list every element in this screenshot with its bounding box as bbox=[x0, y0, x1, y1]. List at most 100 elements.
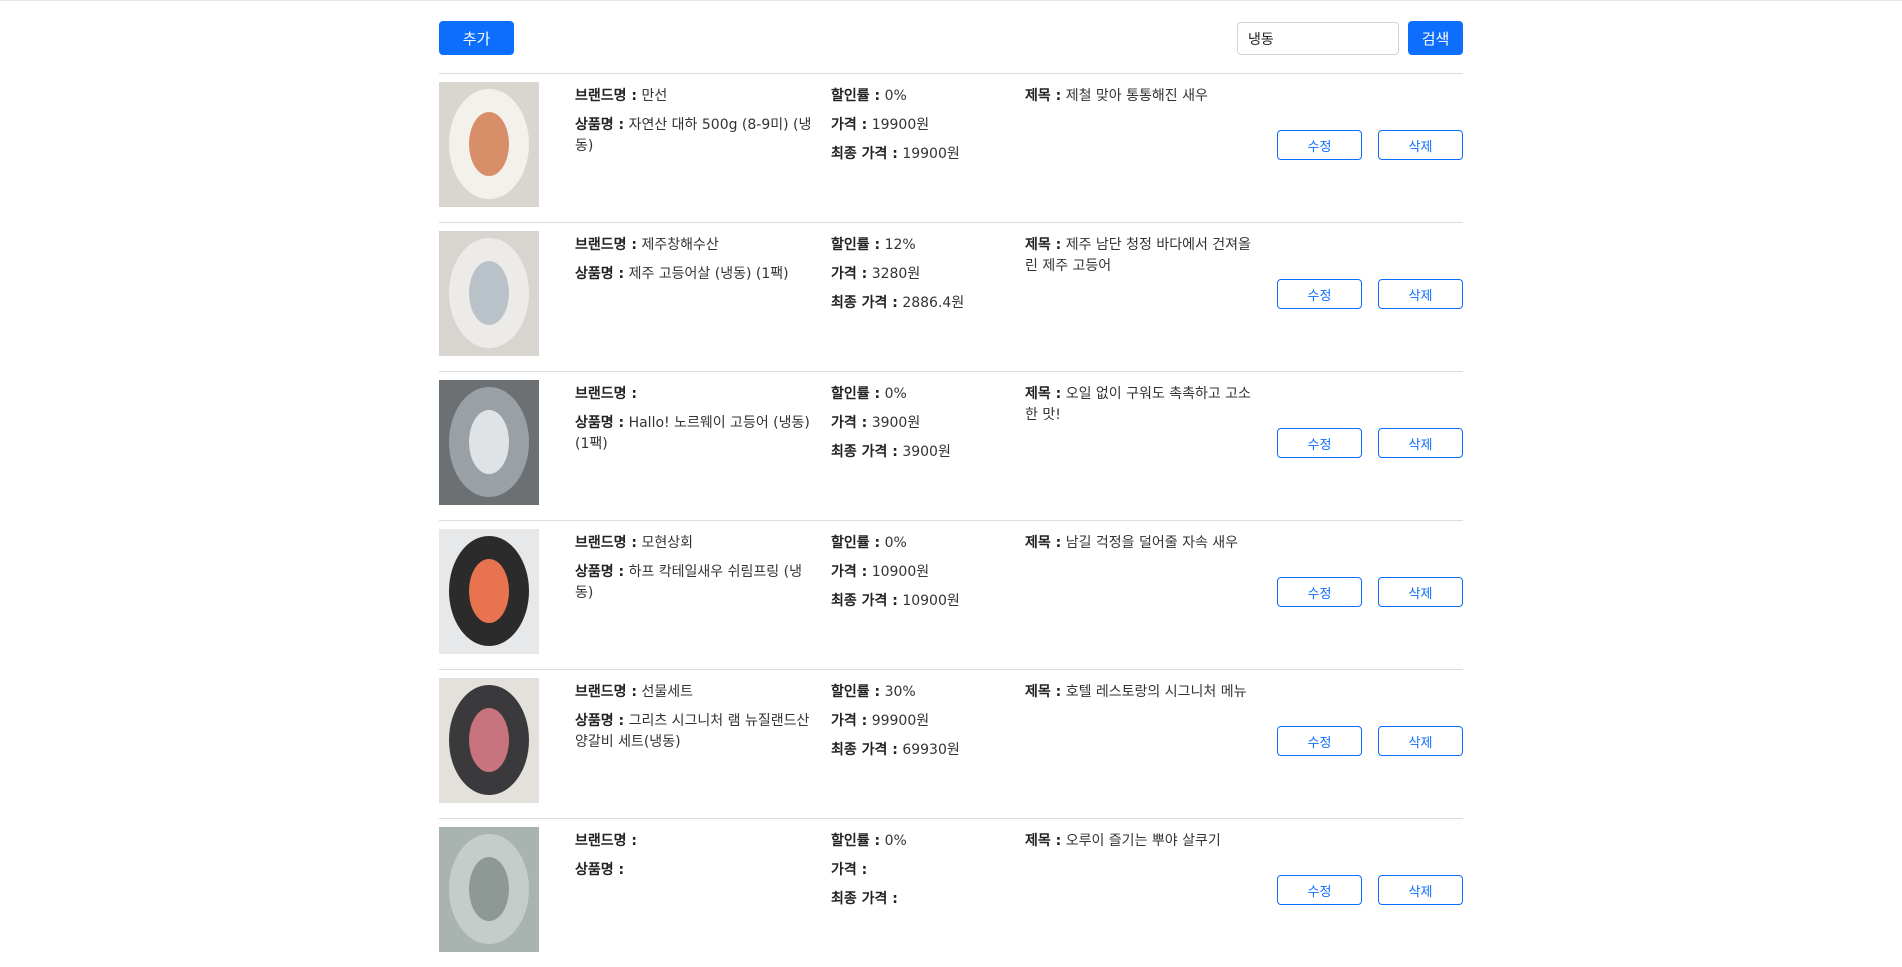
delete-button[interactable]: 삭제 bbox=[1378, 577, 1463, 607]
edit-button[interactable]: 수정 bbox=[1277, 726, 1362, 756]
brand-line: 브랜드명 : 선물세트 bbox=[575, 682, 820, 703]
title-column: 제목 : 제철 맞아 통통해진 새우 bbox=[1025, 86, 1255, 115]
title-column: 제목 : 오일 없이 구워도 촉촉하고 고소한 맛! bbox=[1025, 384, 1255, 434]
brand-value: 모현상회 bbox=[641, 535, 693, 551]
final-price-value: 19900원 bbox=[902, 146, 960, 162]
product-row: 브랜드명 : 선물세트 상품명 : 그리츠 시그니처 램 뉴질랜드산 양갈비 세… bbox=[439, 669, 1463, 818]
product-photo-mackerel-ice bbox=[439, 380, 539, 505]
title-line: 제목 : 호텔 레스토랑의 시그니처 메뉴 bbox=[1025, 682, 1255, 703]
name-label: 상품명 : bbox=[575, 862, 625, 878]
search-button[interactable]: 검색 bbox=[1408, 21, 1463, 55]
product-photo-partial bbox=[439, 827, 539, 952]
brand-label: 브랜드명 : bbox=[575, 684, 637, 700]
product-list: 브랜드명 : 만선 상품명 : 자연산 대하 500g (8-9미) (냉동) … bbox=[439, 73, 1463, 967]
price-label: 가격 : bbox=[831, 564, 868, 580]
final-price-line: 최종 가격 : 19900원 bbox=[831, 144, 1016, 165]
title-column: 제목 : 제주 남단 청정 바다에서 건져올린 제주 고등어 bbox=[1025, 235, 1255, 285]
discount-label: 할인률 : bbox=[831, 833, 881, 849]
title-label: 제목 : bbox=[1025, 535, 1062, 551]
brand-column: 브랜드명 : 상품명 : Hallo! 노르웨이 고등어 (냉동) (1팩) bbox=[575, 384, 820, 463]
final-price-label: 최종 가격 : bbox=[831, 444, 898, 460]
final-price-label: 최종 가격 : bbox=[831, 146, 898, 162]
brand-line: 브랜드명 : bbox=[575, 384, 820, 405]
price-value: 19900원 bbox=[871, 117, 930, 133]
brand-label: 브랜드명 : bbox=[575, 386, 637, 402]
brand-line: 브랜드명 : 제주창해수산 bbox=[575, 235, 820, 256]
price-label: 가격 : bbox=[831, 713, 868, 729]
product-row: 브랜드명 : 상품명 : 할인률 : 0% 가격 : 최종 가격 : 제목 : … bbox=[439, 818, 1463, 967]
discount-value: 12% bbox=[884, 237, 916, 253]
delete-button[interactable]: 삭제 bbox=[1378, 428, 1463, 458]
price-column: 할인률 : 0% 가격 : 10900원 최종 가격 : 10900원 bbox=[831, 533, 1016, 620]
title-column: 제목 : 오루이 즐기는 뿌야 살쿠기 bbox=[1025, 831, 1255, 860]
product-photo-lamb-set bbox=[439, 678, 539, 803]
edit-button[interactable]: 수정 bbox=[1277, 130, 1362, 160]
title-line: 제목 : 제철 맞아 통통해진 새우 bbox=[1025, 86, 1255, 107]
product-image bbox=[439, 678, 539, 803]
final-price-line: 최종 가격 : 2886.4원 bbox=[831, 293, 1016, 314]
brand-line: 브랜드명 : bbox=[575, 831, 820, 852]
price-column: 할인률 : 0% 가격 : 최종 가격 : bbox=[831, 831, 1016, 918]
final-price-label: 최종 가격 : bbox=[831, 295, 898, 311]
main-container: 추가 검색 브랜드명 : 만선 상품명 : 자연산 대하 500g (8-9미)… bbox=[439, 1, 1463, 967]
discount-label: 할인률 : bbox=[831, 237, 881, 253]
title-line: 제목 : 남길 걱정을 덜어줄 자속 새우 bbox=[1025, 533, 1255, 554]
edit-button[interactable]: 수정 bbox=[1277, 875, 1362, 905]
edit-button[interactable]: 수정 bbox=[1277, 577, 1362, 607]
name-label: 상품명 : bbox=[575, 266, 625, 282]
discount-label: 할인률 : bbox=[831, 684, 881, 700]
product-row: 브랜드명 : 모현상회 상품명 : 하프 칵테일새우 쉬림프링 (냉동) 할인률… bbox=[439, 520, 1463, 669]
delete-button[interactable]: 삭제 bbox=[1378, 726, 1463, 756]
product-image bbox=[439, 827, 539, 952]
brand-line: 브랜드명 : 만선 bbox=[575, 86, 820, 107]
final-price-line: 최종 가격 : 3900원 bbox=[831, 442, 1016, 463]
price-value: 3900원 bbox=[871, 415, 921, 431]
brand-column: 브랜드명 : 상품명 : bbox=[575, 831, 820, 889]
final-price-line: 최종 가격 : bbox=[831, 889, 1016, 910]
price-column: 할인률 : 12% 가격 : 3280원 최종 가격 : 2886.4원 bbox=[831, 235, 1016, 322]
brand-label: 브랜드명 : bbox=[575, 237, 637, 253]
price-value: 99900원 bbox=[871, 713, 930, 729]
price-line: 가격 : 19900원 bbox=[831, 115, 1016, 136]
edit-button[interactable]: 수정 bbox=[1277, 428, 1362, 458]
product-photo-mackerel-plate bbox=[439, 231, 539, 356]
name-value: 제주 고등어살 (냉동) (1팩) bbox=[628, 266, 789, 282]
brand-line: 브랜드명 : 모현상회 bbox=[575, 533, 820, 554]
brand-value: 선물세트 bbox=[641, 684, 693, 700]
price-line: 가격 : 3280원 bbox=[831, 264, 1016, 285]
product-image bbox=[439, 380, 539, 505]
delete-button[interactable]: 삭제 bbox=[1378, 875, 1463, 905]
discount-value: 0% bbox=[884, 833, 907, 849]
add-button[interactable]: 추가 bbox=[439, 21, 514, 55]
price-line: 가격 : bbox=[831, 860, 1016, 881]
title-value: 제철 맞아 통통해진 새우 bbox=[1065, 88, 1208, 104]
product-row: 브랜드명 : 제주창해수산 상품명 : 제주 고등어살 (냉동) (1팩) 할인… bbox=[439, 222, 1463, 371]
title-label: 제목 : bbox=[1025, 386, 1062, 402]
delete-button[interactable]: 삭제 bbox=[1378, 130, 1463, 160]
price-line: 가격 : 10900원 bbox=[831, 562, 1016, 583]
search-input[interactable] bbox=[1237, 22, 1399, 55]
final-price-value: 10900원 bbox=[902, 593, 960, 609]
brand-label: 브랜드명 : bbox=[575, 833, 637, 849]
price-line: 가격 : 3900원 bbox=[831, 413, 1016, 434]
final-price-value: 69930원 bbox=[902, 742, 960, 758]
name-line: 상품명 : bbox=[575, 860, 820, 881]
discount-line: 할인률 : 12% bbox=[831, 235, 1016, 256]
price-label: 가격 : bbox=[831, 117, 868, 133]
name-line: 상품명 : 그리츠 시그니처 램 뉴질랜드산 양갈비 세트(냉동) bbox=[575, 711, 820, 753]
final-price-line: 최종 가격 : 10900원 bbox=[831, 591, 1016, 612]
price-label: 가격 : bbox=[831, 266, 868, 282]
title-line: 제목 : 제주 남단 청정 바다에서 건져올린 제주 고등어 bbox=[1025, 235, 1255, 277]
name-label: 상품명 : bbox=[575, 564, 625, 580]
brand-column: 브랜드명 : 선물세트 상품명 : 그리츠 시그니처 램 뉴질랜드산 양갈비 세… bbox=[575, 682, 820, 761]
name-line: 상품명 : 제주 고등어살 (냉동) (1팩) bbox=[575, 264, 820, 285]
edit-button[interactable]: 수정 bbox=[1277, 279, 1362, 309]
name-label: 상품명 : bbox=[575, 117, 625, 133]
delete-button[interactable]: 삭제 bbox=[1378, 279, 1463, 309]
price-label: 가격 : bbox=[831, 415, 868, 431]
title-value: 남길 걱정을 덜어줄 자속 새우 bbox=[1065, 535, 1239, 551]
brand-column: 브랜드명 : 제주창해수산 상품명 : 제주 고등어살 (냉동) (1팩) bbox=[575, 235, 820, 293]
product-image bbox=[439, 529, 539, 654]
discount-value: 0% bbox=[884, 535, 907, 551]
final-price-value: 3900원 bbox=[902, 444, 951, 460]
